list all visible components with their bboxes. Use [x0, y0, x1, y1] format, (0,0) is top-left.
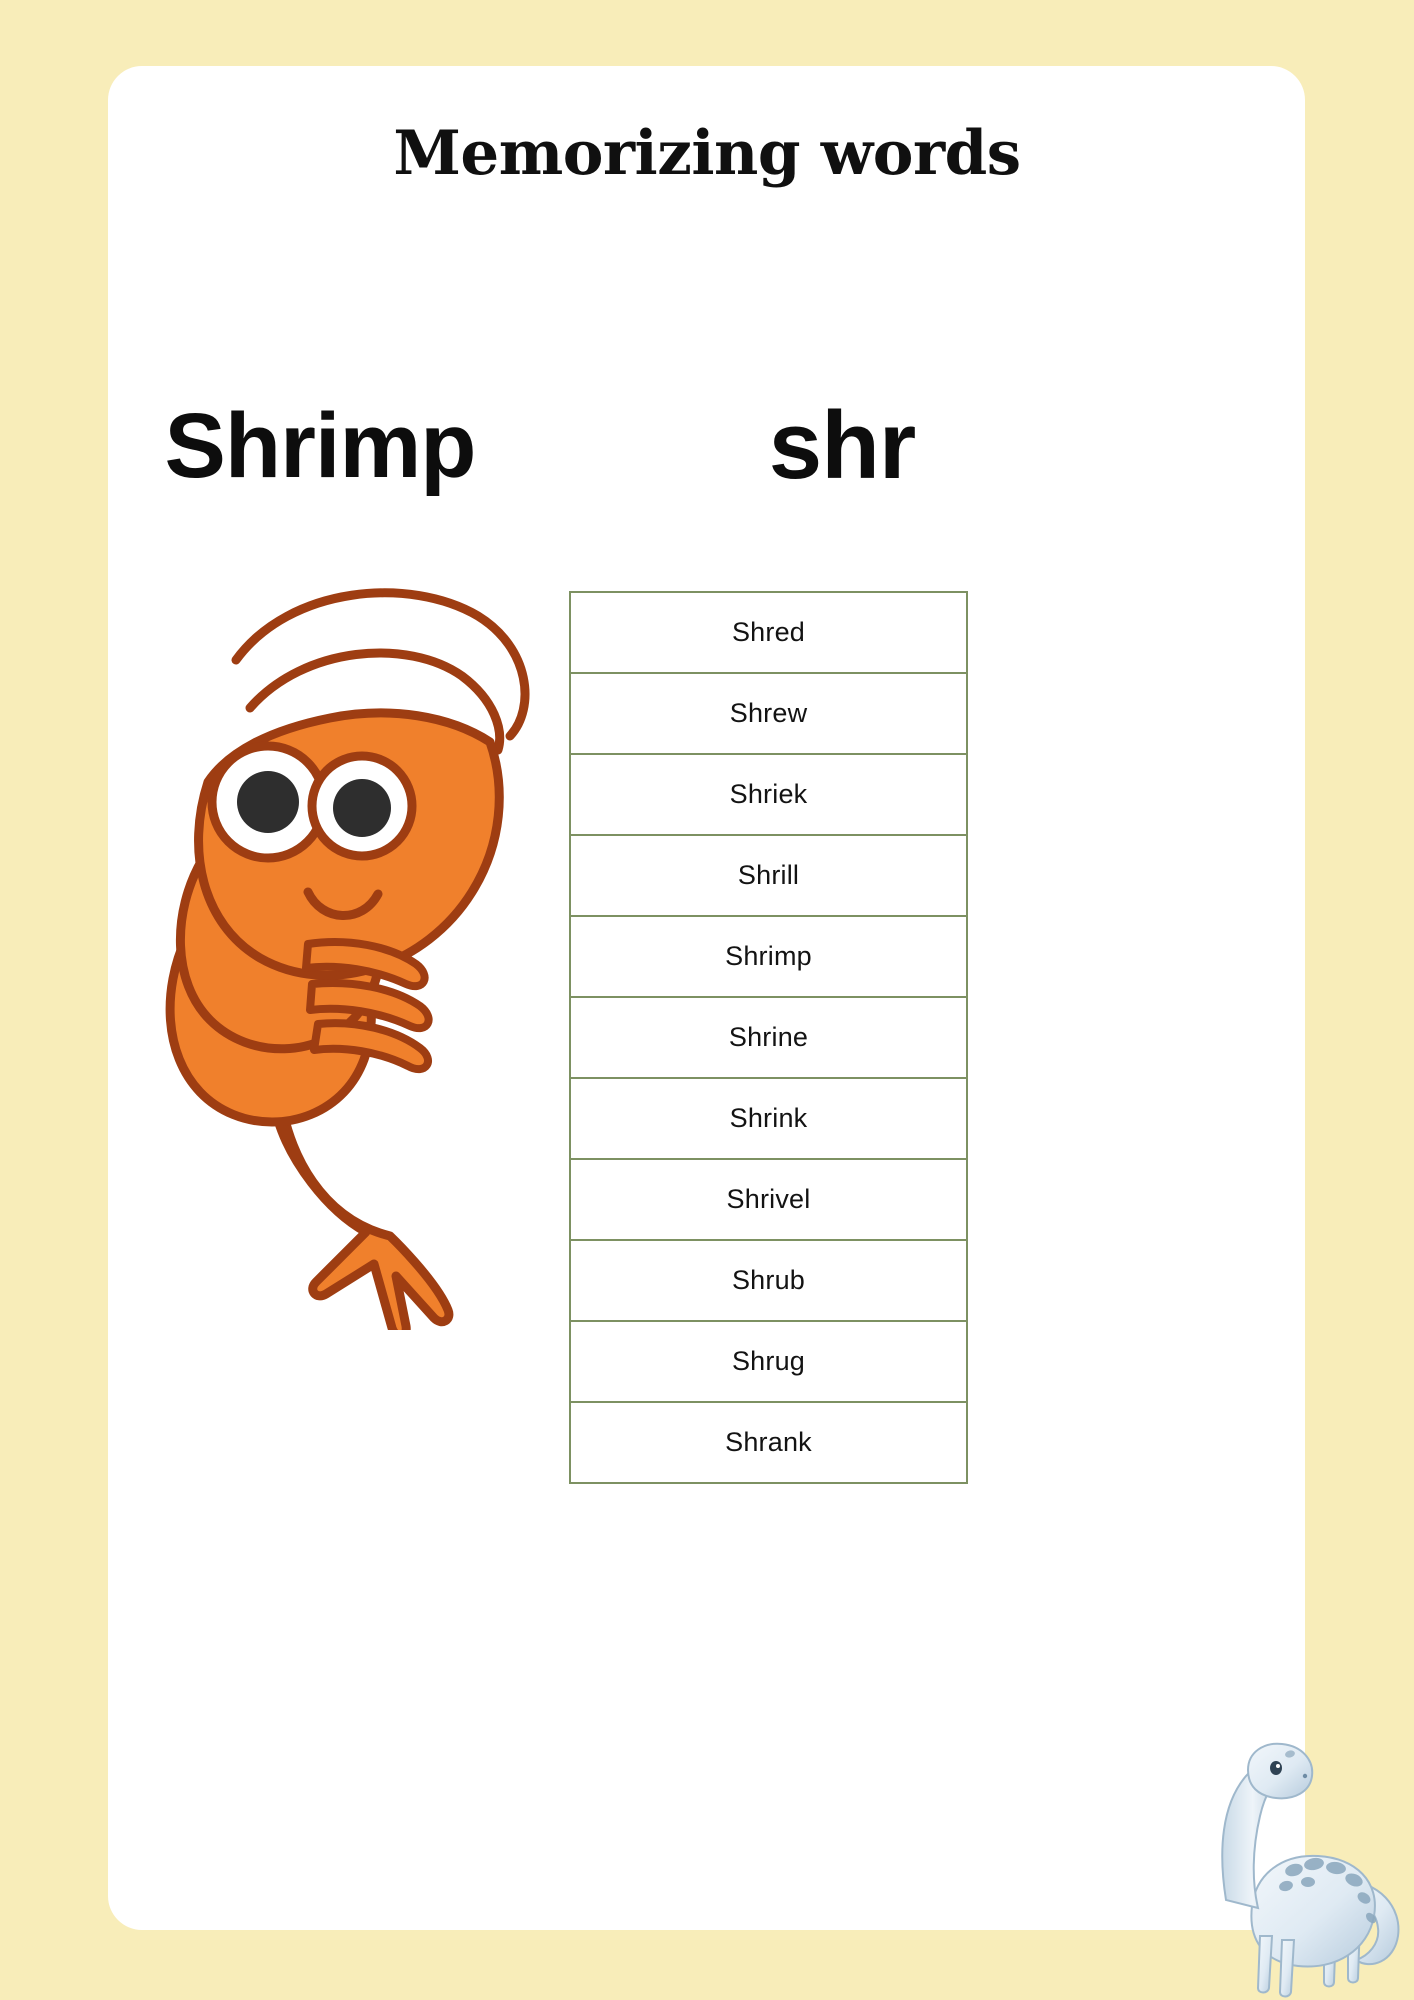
word-cell[interactable]: Shriek	[569, 753, 968, 836]
table-row[interactable]: Shred	[569, 591, 968, 674]
word-cell[interactable]: Shrug	[569, 1320, 968, 1403]
word-cell[interactable]: Shred	[569, 591, 968, 674]
word-cell[interactable]: Shrimp	[569, 915, 968, 998]
table-row[interactable]: Shrimp	[569, 915, 968, 998]
word-cell[interactable]: Shrub	[569, 1239, 968, 1322]
word-list-body: Shred Shrew Shriek Shrill Shrimp Shrine …	[569, 591, 968, 1484]
word-cell[interactable]: Shrank	[569, 1401, 968, 1484]
shrimp-legs	[302, 938, 433, 1074]
dinosaur-nostril	[1302, 1773, 1308, 1779]
dinosaur-eye-highlight	[1276, 1764, 1280, 1768]
dinosaur-sticker	[1190, 1730, 1405, 1998]
page-title: Memorizing words	[393, 118, 1021, 189]
word-list-table: Shred Shrew Shriek Shrill Shrimp Shrine …	[569, 591, 968, 1484]
word-cell[interactable]: Shrill	[569, 834, 968, 917]
table-row[interactable]: Shrub	[569, 1239, 968, 1322]
table-row[interactable]: Shrine	[569, 996, 968, 1079]
feature-word-heading: Shrimp	[164, 395, 477, 497]
table-row[interactable]: Shriek	[569, 753, 968, 836]
table-row[interactable]: Shrug	[569, 1320, 968, 1403]
dinosaur-eye	[1270, 1761, 1282, 1775]
table-row[interactable]: Shrank	[569, 1401, 968, 1484]
word-cell[interactable]: Shrine	[569, 996, 968, 1079]
worksheet-page: Memorizing words Shrimp shr Shred Shrew …	[0, 0, 1414, 2000]
dinosaur-front-leg-back	[1256, 1935, 1274, 1994]
word-cell[interactable]: Shrink	[569, 1077, 968, 1160]
table-row[interactable]: Shrew	[569, 672, 968, 755]
shrimp-illustration	[90, 520, 580, 1341]
word-cell[interactable]: Shrew	[569, 672, 968, 755]
dinosaur-front-leg-front	[1278, 1939, 1296, 1998]
table-row[interactable]: Shrivel	[569, 1158, 968, 1241]
table-row[interactable]: Shrill	[569, 834, 968, 917]
word-cell[interactable]: Shrivel	[569, 1158, 968, 1241]
shrimp-eyes	[207, 741, 417, 863]
blend-heading: shr	[768, 392, 916, 499]
table-row[interactable]: Shrink	[569, 1077, 968, 1160]
